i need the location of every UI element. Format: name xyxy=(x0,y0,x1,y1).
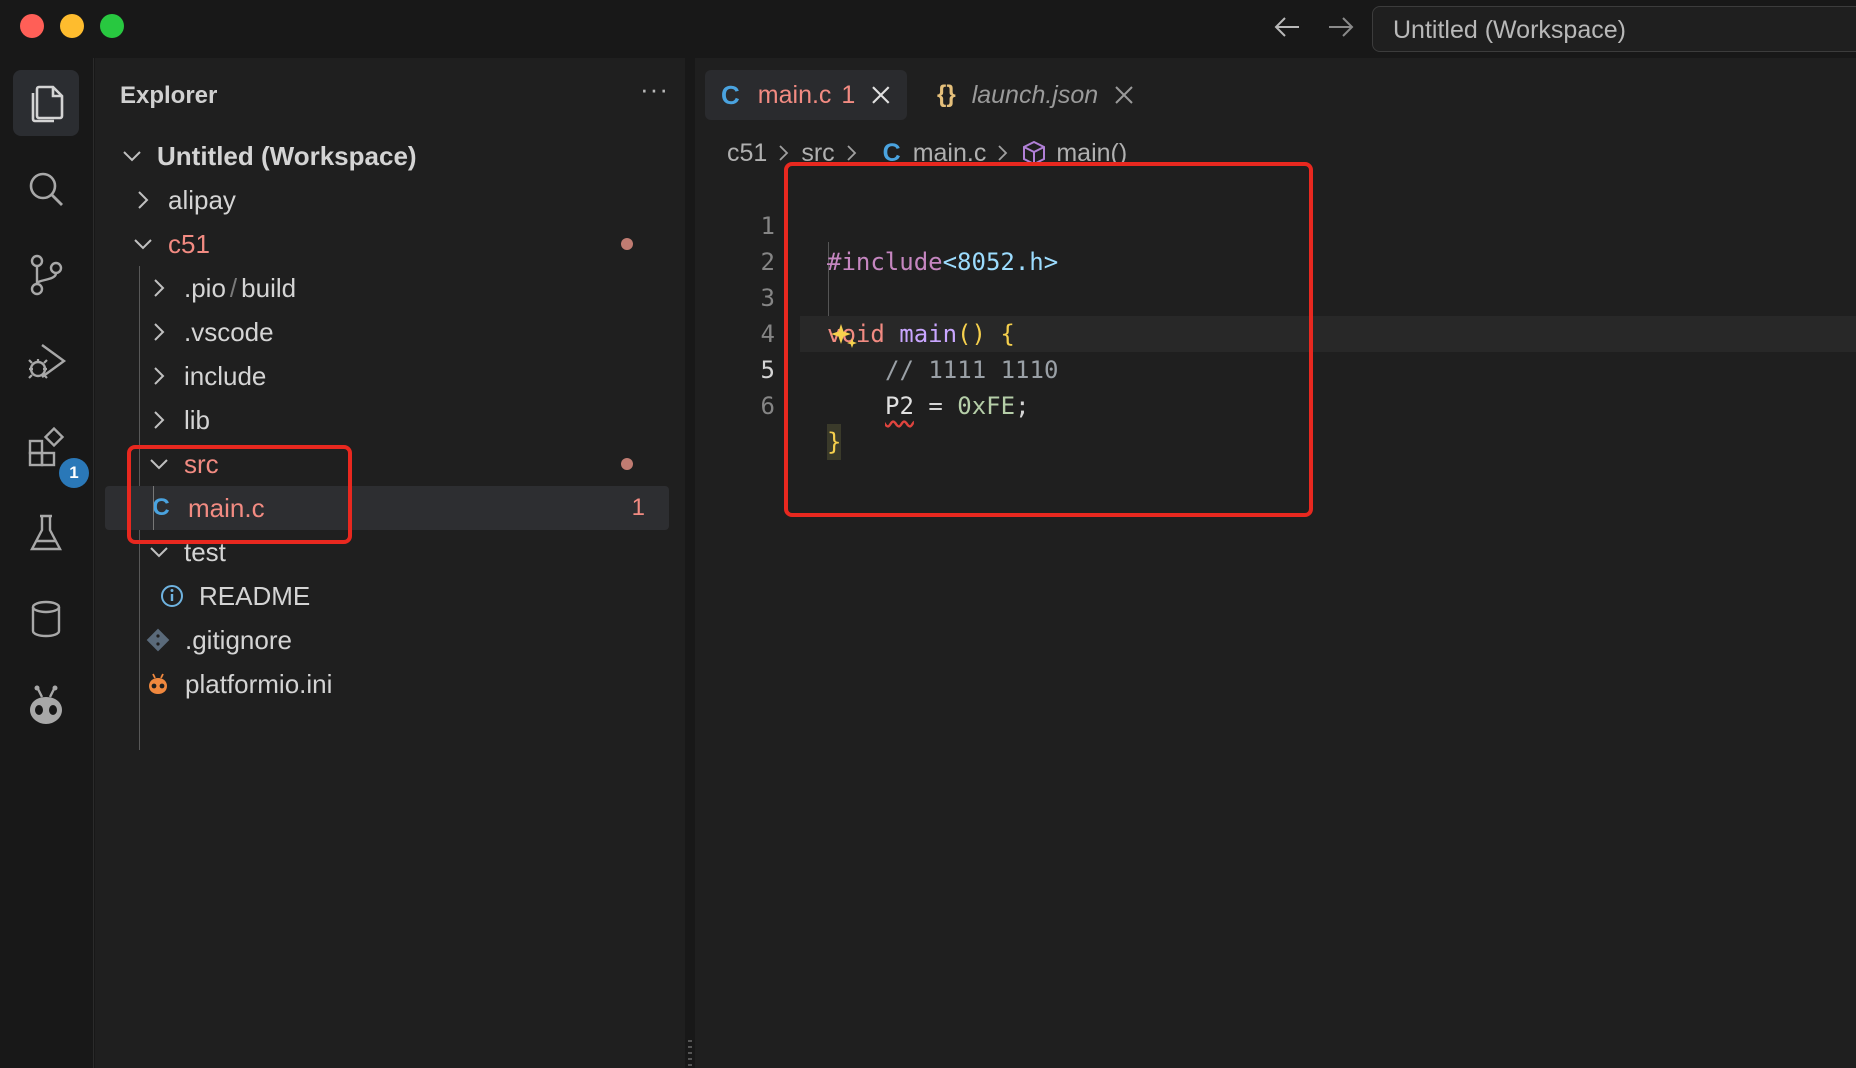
workspace-label: Untitled (Workspace) xyxy=(157,140,417,171)
close-icon[interactable] xyxy=(1114,85,1134,105)
minimize-window-button[interactable] xyxy=(60,14,84,38)
chevron-down-icon xyxy=(134,239,152,250)
title-bar: Untitled (Workspace) xyxy=(0,0,1856,58)
tree-folder-vscode[interactable]: .vscode xyxy=(95,310,675,354)
tree-folder-lib[interactable]: lib xyxy=(95,398,675,442)
tree-label: build xyxy=(241,272,297,303)
annotation-box-tree xyxy=(127,445,352,544)
extensions-badge: 1 xyxy=(59,458,89,488)
tab-label: launch.json xyxy=(971,80,1099,109)
extensions-icon[interactable]: 1 xyxy=(13,414,89,488)
explorer-sidebar: Explorer ··· Untitled (Workspace) alipay… xyxy=(95,58,685,1068)
annotation-box-code xyxy=(784,162,1313,517)
back-arrow-icon[interactable] xyxy=(1272,12,1302,42)
tree-label: alipay xyxy=(168,184,236,215)
forward-arrow-icon[interactable] xyxy=(1326,12,1356,42)
testing-flask-icon[interactable] xyxy=(13,500,79,566)
breadcrumb-item[interactable]: c51 xyxy=(727,139,767,168)
tree-label: README xyxy=(199,580,311,611)
tree-folder-c51[interactable]: c51 xyxy=(95,222,675,266)
tree-folder-alipay[interactable]: alipay xyxy=(95,178,675,222)
tree-label: c51 xyxy=(168,228,210,259)
tab-problem-count: 1 xyxy=(841,80,856,109)
explorer-title: Explorer xyxy=(120,82,218,109)
git-icon xyxy=(146,628,170,652)
line-number: 6 xyxy=(760,392,775,420)
info-icon xyxy=(161,585,183,607)
chevron-right-icon xyxy=(154,323,165,341)
tree-folder-pio-build[interactable]: .pio / build xyxy=(95,266,675,310)
chevron-right-icon xyxy=(779,145,789,161)
workspace-root[interactable]: Untitled (Workspace) xyxy=(95,134,675,178)
close-window-button[interactable] xyxy=(20,14,44,38)
database-icon[interactable] xyxy=(13,586,79,652)
tree-label: .vscode xyxy=(184,316,274,347)
maximize-window-button[interactable] xyxy=(100,14,124,38)
tree-label: lib xyxy=(184,404,211,435)
c-file-icon: C xyxy=(721,79,740,110)
editor-tabs: C main.c 1 {} launch.json xyxy=(695,58,1856,130)
source-control-icon[interactable] xyxy=(13,242,79,308)
chevron-down-icon xyxy=(123,151,141,162)
path-separator: / xyxy=(229,272,238,303)
tree-label: .pio xyxy=(184,272,226,303)
chevron-right-icon xyxy=(154,411,165,429)
resize-handle[interactable] xyxy=(688,1040,692,1068)
tree-file-readme[interactable]: README xyxy=(95,574,675,618)
activity-bar: 1 xyxy=(0,58,94,1068)
problem-count: 1 xyxy=(631,494,645,521)
platformio-file-icon xyxy=(149,673,167,694)
tab-launch-json[interactable]: {} launch.json xyxy=(921,70,1151,120)
tab-main-c[interactable]: C main.c 1 xyxy=(705,70,907,120)
tree-file-platformio-ini[interactable]: platformio.ini xyxy=(95,662,675,706)
modified-dot xyxy=(621,458,633,470)
explorer-icon[interactable] xyxy=(13,70,79,136)
close-icon[interactable] xyxy=(871,85,891,105)
chevron-right-icon xyxy=(154,367,165,385)
search-icon[interactable] xyxy=(13,156,79,222)
tree-label: include xyxy=(184,360,267,391)
chevron-right-icon xyxy=(998,145,1008,161)
tree-label: platformio.ini xyxy=(185,668,333,699)
run-debug-icon[interactable] xyxy=(13,328,79,394)
tree-folder-include[interactable]: include xyxy=(95,354,675,398)
chevron-down-icon xyxy=(150,547,168,558)
platformio-icon[interactable] xyxy=(13,672,79,738)
tree-file-gitignore[interactable]: .gitignore xyxy=(95,618,675,662)
more-actions-icon[interactable]: ··· xyxy=(640,74,669,105)
tab-label: main.c xyxy=(757,80,832,109)
json-file-icon: {} xyxy=(937,81,956,108)
chevron-right-icon xyxy=(847,145,856,161)
sidebar-sash[interactable] xyxy=(685,58,695,1068)
chevron-right-icon xyxy=(138,191,149,209)
command-center-search[interactable]: Untitled (Workspace) xyxy=(1372,6,1856,52)
tree-label: .gitignore xyxy=(185,624,292,655)
chevron-right-icon xyxy=(154,279,165,297)
modified-dot xyxy=(621,238,633,250)
